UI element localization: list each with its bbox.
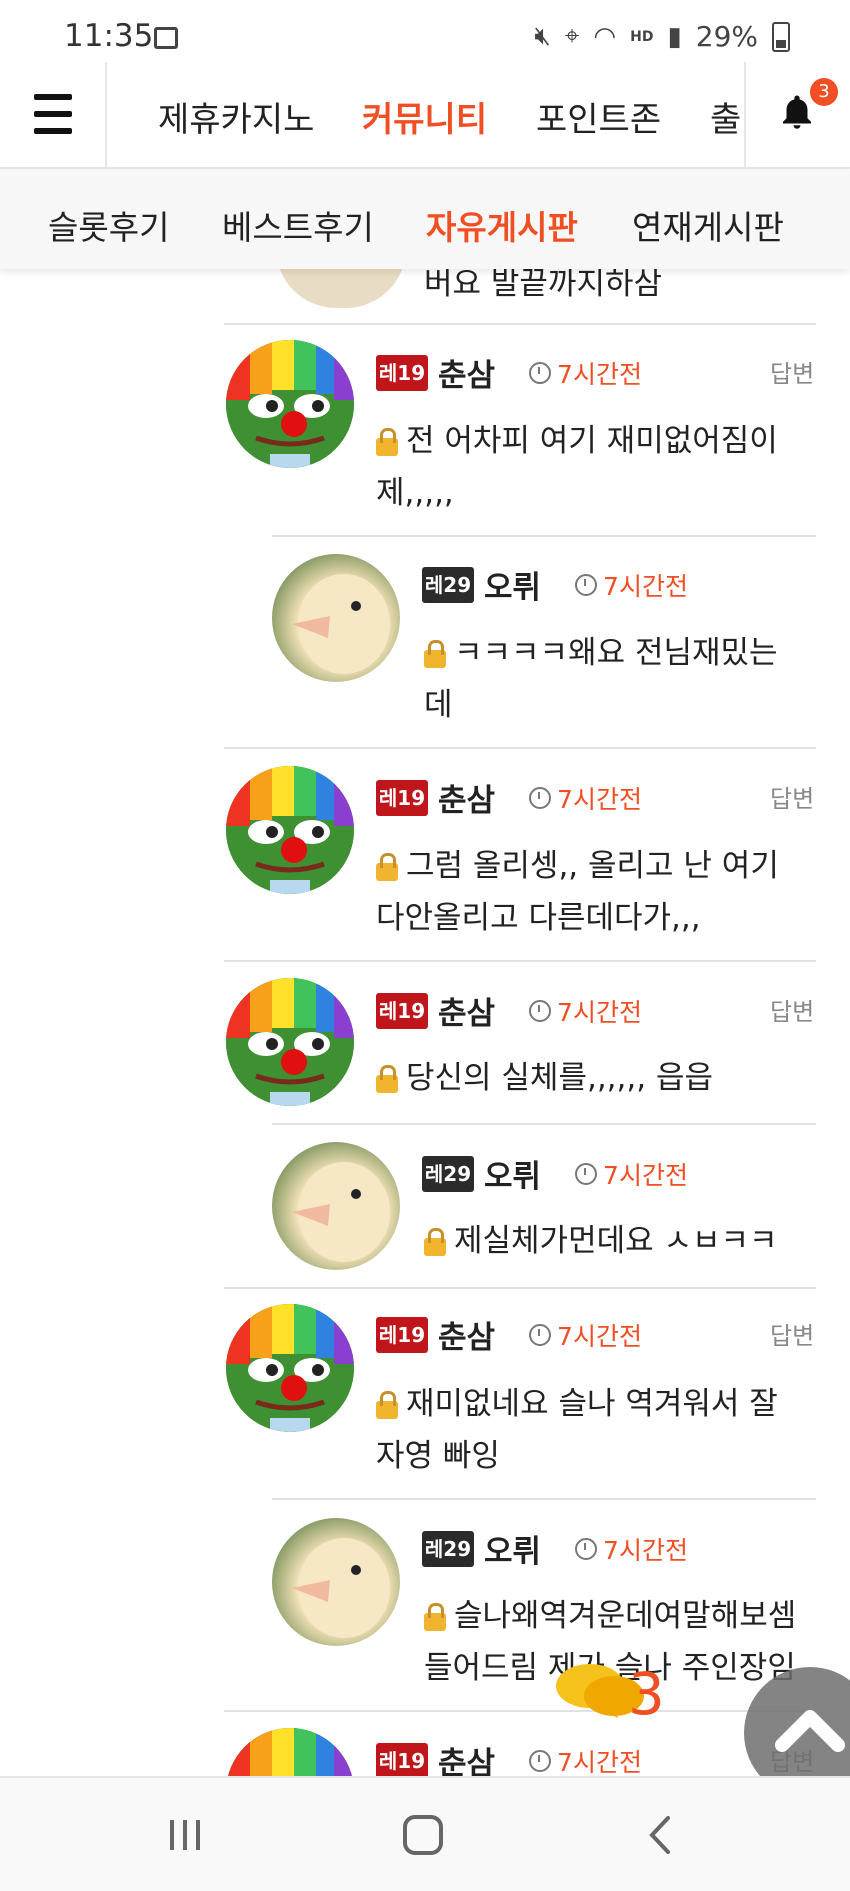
clock-icon	[529, 361, 552, 384]
tab-serial-board[interactable]: 연재게시판	[632, 201, 784, 249]
level-badge: 레19	[376, 992, 428, 1029]
comment-body: 제실체가먼데요 ㅅㅂㅋㅋ	[424, 1215, 804, 1267]
comment-header: 레19 춘삼 7시간전	[376, 988, 642, 1033]
comment-body: 재미없네요 슬나 역겨워서 잘자영 빠잉	[376, 1378, 796, 1482]
reply-button[interactable]: 답변	[770, 992, 814, 1027]
divider	[224, 323, 816, 325]
pepe-avatar-image	[226, 766, 354, 894]
reply-button[interactable]: 답변	[770, 779, 814, 814]
lock-icon	[376, 1064, 398, 1093]
username[interactable]: 춘삼	[438, 350, 495, 395]
duckling-avatar[interactable]	[272, 554, 400, 682]
username[interactable]: 춘삼	[438, 988, 495, 1033]
level-badge: 레29	[422, 566, 474, 603]
reply-button[interactable]: 답변	[770, 1316, 814, 1351]
duck-avatar-image	[292, 1162, 390, 1262]
tab-slot-review[interactable]: 슬롯후기	[48, 201, 169, 249]
pepe-avatar-image	[226, 1304, 354, 1432]
level-badge: 레29	[422, 1155, 474, 1192]
duck-avatar-image	[292, 1538, 390, 1638]
lock-icon	[376, 1390, 398, 1419]
lock-icon	[424, 1602, 446, 1631]
comment-count: 3	[628, 1660, 665, 1728]
comment-list: 버요 발끝까지하삼 레19 춘삼 7시간전 답변 전 어차피 여기 재미없어짐이…	[0, 0, 850, 1889]
lock-icon	[424, 639, 446, 668]
clock-icon	[529, 786, 552, 809]
clock-icon	[575, 573, 598, 596]
timestamp: 7시간전	[557, 1747, 642, 1777]
comment-text: 그럼 올리셍,, 올리고 난 여기 다안올리고 다른데다가,,,	[376, 848, 779, 936]
duck-avatar-image	[292, 574, 390, 674]
timestamp: 7시간전	[557, 1321, 642, 1351]
comment-header: 레19 춘삼 7시간전	[376, 350, 642, 395]
divider	[224, 1710, 816, 1712]
username[interactable]: 춘삼	[438, 775, 495, 820]
username[interactable]: 오뤼	[484, 1151, 541, 1196]
level-badge: 레29	[422, 1530, 474, 1567]
clock-icon	[529, 999, 552, 1022]
divider	[272, 1498, 816, 1500]
comment-text: 제실체가먼데요 ㅅㅂㅋㅋ	[454, 1223, 778, 1259]
comment-header: 레19 춘삼 7시간전	[376, 775, 642, 820]
level-badge: 레19	[376, 779, 428, 816]
divider	[272, 535, 816, 537]
clock-icon	[529, 1749, 552, 1772]
comment-body: 그럼 올리셍,, 올리고 난 여기 다안올리고 다른데다가,,,	[376, 840, 796, 944]
reply-button[interactable]: 답변	[770, 354, 814, 389]
comment-body: 당신의 실체를,,,,,, 읍읍	[376, 1052, 796, 1104]
username[interactable]: 오뤼	[484, 1526, 541, 1571]
home-icon[interactable]	[398, 1810, 448, 1860]
timestamp: 7시간전	[603, 571, 688, 601]
timestamp: 7시간전	[603, 1535, 688, 1565]
lock-icon	[424, 1227, 446, 1256]
lock-icon	[376, 852, 398, 881]
comment-text: 재미없네요 슬나 역겨워서 잘자영 빠잉	[376, 1386, 778, 1474]
comment-body: 전 어차피 여기 재미없어짐이 제,,,,,	[376, 415, 796, 519]
pepe-avatar-image	[226, 978, 354, 1106]
sub-navigation: 슬롯후기 베스트후기 자유게시판 연재게시판	[0, 169, 850, 269]
pepe-clown-avatar[interactable]	[226, 978, 354, 1106]
clock-icon	[575, 1537, 598, 1560]
level-badge: 레19	[376, 1316, 428, 1353]
timestamp: 7시간전	[557, 997, 642, 1027]
username[interactable]: 춘삼	[438, 1312, 495, 1357]
comment-text: 전 어차피 여기 재미없어짐이 제,,,,,	[376, 423, 778, 511]
back-icon[interactable]	[636, 1810, 686, 1860]
timestamp: 7시간전	[557, 784, 642, 814]
recent-apps-icon[interactable]	[160, 1810, 210, 1860]
duckling-avatar[interactable]	[272, 1518, 400, 1646]
comment-header: 레29 오뤼 7시간전	[422, 1526, 688, 1571]
comment-body: ㅋㅋㅋㅋ왜요 전님재밌는데	[424, 627, 804, 731]
tab-free-board[interactable]: 자유게시판	[426, 201, 578, 249]
timestamp: 7시간전	[557, 359, 642, 389]
timestamp: 7시간전	[603, 1160, 688, 1190]
comment-header: 레19 춘삼 7시간전	[376, 1312, 642, 1357]
level-badge: 레19	[376, 354, 428, 391]
level-badge: 레19	[376, 1742, 428, 1779]
pepe-clown-avatar[interactable]	[226, 766, 354, 894]
comment-header: 레29 오뤼 7시간전	[422, 1151, 688, 1196]
username[interactable]: 오뤼	[484, 562, 541, 607]
comment-header: 레29 오뤼 7시간전	[422, 562, 688, 607]
clock-icon	[529, 1323, 552, 1346]
divider	[224, 1287, 816, 1289]
divider	[224, 960, 816, 962]
divider	[224, 747, 816, 749]
clock-icon	[575, 1162, 598, 1185]
comment-text: 당신의 실체를,,,,,, 읍읍	[406, 1060, 713, 1096]
pepe-clown-avatar[interactable]	[226, 1304, 354, 1432]
divider	[272, 1123, 816, 1125]
system-navigation-bar	[0, 1776, 850, 1891]
pepe-clown-avatar[interactable]	[226, 340, 354, 468]
pepe-avatar-image	[226, 340, 354, 468]
duckling-avatar[interactable]	[272, 1142, 400, 1270]
lock-icon	[376, 427, 398, 456]
comment-text: ㅋㅋㅋㅋ왜요 전님재밌는데	[424, 635, 778, 723]
tab-best-review[interactable]: 베스트후기	[222, 201, 374, 249]
